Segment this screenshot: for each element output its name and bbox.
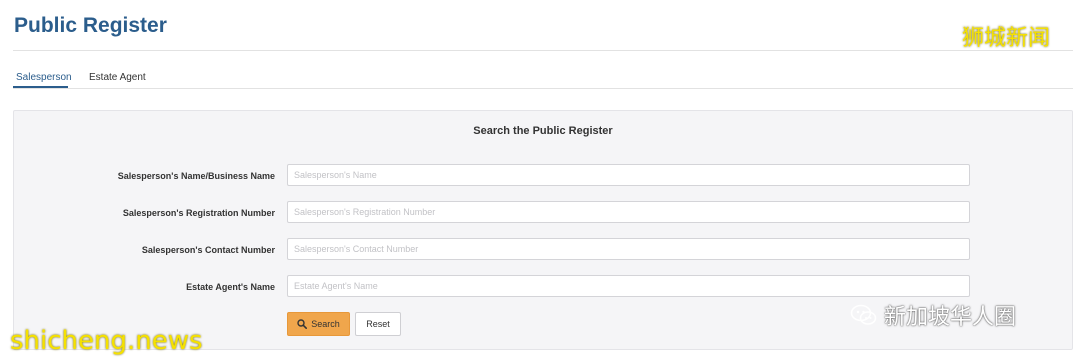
watermark-top-right: 狮城新闻 <box>962 26 1051 51</box>
search-icon <box>297 319 308 329</box>
reset-button-label: Reset <box>366 319 390 329</box>
salesperson-name-input[interactable] <box>287 164 970 186</box>
search-panel-heading: Search the Public Register <box>473 125 613 137</box>
registration-number-label: Salesperson's Registration Number <box>122 208 275 218</box>
reset-button[interactable]: Reset <box>355 312 401 336</box>
watermark-bottom-right-text: 新加坡华人圈 <box>884 305 1017 330</box>
contact-number-input[interactable] <box>287 238 970 260</box>
search-button-label: Search <box>311 319 340 329</box>
page-title: Public Register <box>14 14 167 37</box>
tab-estate-agent[interactable]: Estate Agent <box>89 72 146 83</box>
contact-number-label: Salesperson's Contact Number <box>141 245 275 255</box>
title-divider <box>13 50 1073 51</box>
wechat-icon <box>850 304 877 325</box>
salesperson-name-label: Salesperson's Name/Business Name <box>117 171 275 181</box>
tab-salesperson[interactable]: Salesperson <box>16 72 72 83</box>
estate-agent-name-input[interactable] <box>287 275 970 297</box>
registration-number-input[interactable] <box>287 201 970 223</box>
watermark-bottom-left: shicheng.news <box>10 326 203 356</box>
tabs-divider <box>13 88 1073 89</box>
estate-agent-name-label: Estate Agent's Name <box>186 282 275 292</box>
search-button[interactable]: Search <box>287 312 350 336</box>
watermark-bottom-right: 新加坡华人圈 <box>850 300 1016 330</box>
